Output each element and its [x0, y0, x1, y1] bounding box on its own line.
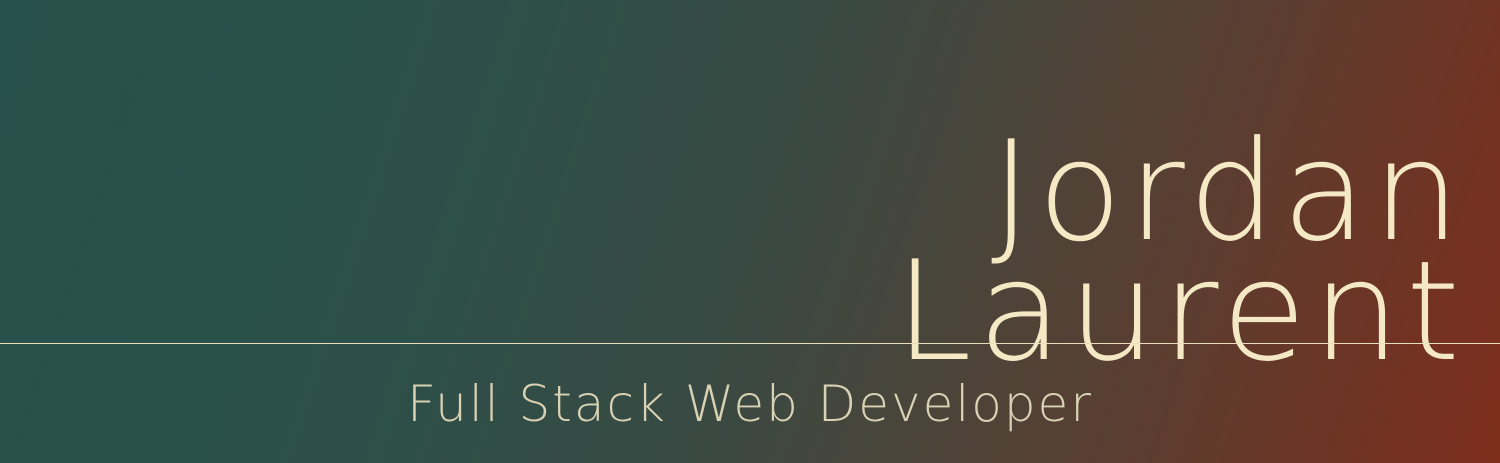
- hero-last-name: Laurent: [894, 231, 1466, 393]
- hero-divider: [0, 343, 1500, 344]
- hero-name: Jordan Laurent: [894, 123, 1466, 393]
- hero-banner: Jordan Laurent Full Stack Web Developer: [0, 0, 1500, 463]
- hero-subtitle: Full Stack Web Developer: [407, 375, 1093, 433]
